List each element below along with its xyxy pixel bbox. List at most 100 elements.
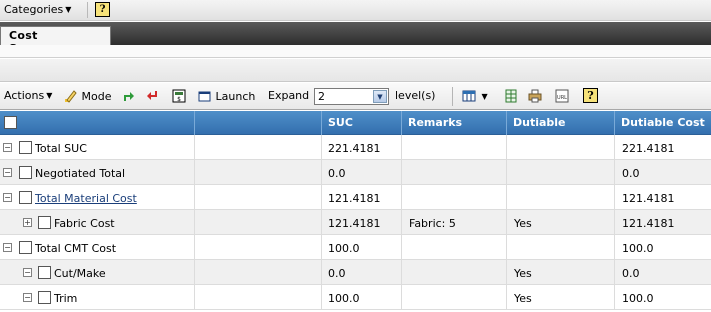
actions-menu[interactable]: Actions ▼ — [4, 89, 52, 102]
chevron-down-icon: ▼ — [481, 92, 488, 101]
pencil-icon — [65, 90, 77, 103]
remarks-value: Fabric: 5 — [409, 217, 456, 230]
calculator-icon: $ — [172, 89, 186, 103]
expand-levels-select[interactable]: 2 ▼ — [314, 88, 389, 105]
dutiable-cell: Yes — [506, 285, 614, 310]
suc-value: 121.4181 — [328, 217, 381, 230]
dutiable-cost-value: 221.4181 — [622, 142, 675, 155]
dutiable-cost-value: 100.0 — [622, 242, 654, 255]
view-menu[interactable]: ▼ — [462, 89, 488, 103]
arrow-down-left-icon — [147, 91, 157, 100]
dutiable-cell — [506, 135, 614, 160]
column-header-dutiable[interactable]: Dutiable — [506, 111, 614, 135]
dutiable-cost-cell: 121.4181 — [614, 210, 711, 235]
levels-label: level(s) — [395, 89, 436, 102]
red-arrow-button[interactable] — [146, 89, 160, 103]
spacer-cell — [194, 235, 321, 260]
dutiable-cost-value: 121.4181 — [622, 192, 675, 205]
collapse-icon[interactable]: − — [3, 243, 12, 252]
launch-button[interactable]: Launch — [198, 89, 255, 103]
arrow-up-right-icon — [124, 92, 134, 101]
categories-label: Categories — [4, 3, 64, 16]
divider — [87, 2, 88, 18]
table-row: − Negotiated Total 0.0 0.0 — [0, 160, 711, 185]
select-all-checkbox[interactable] — [4, 116, 17, 129]
table-icon — [462, 90, 476, 102]
chevron-down-icon: ▼ — [65, 5, 72, 14]
spacer-cell — [194, 185, 321, 210]
categories-menu[interactable]: Categories ▼ — [4, 3, 71, 16]
table-header: SUC Remarks Dutiable Dutiable Cost — [0, 111, 711, 135]
row-checkbox[interactable] — [38, 216, 51, 229]
expand-icon[interactable]: + — [23, 218, 32, 227]
suc-value: 100.0 — [328, 292, 360, 305]
remarks-cell — [401, 185, 506, 210]
calculator-button[interactable]: $ — [172, 89, 186, 103]
row-checkbox[interactable] — [38, 266, 51, 279]
collapse-icon[interactable]: − — [23, 268, 32, 277]
table-row: − Total SUC 221.4181 221.4181 — [0, 135, 711, 160]
row-name: Total SUC — [35, 142, 87, 155]
suc-cell: 0.0 — [321, 160, 401, 185]
remarks-cell — [401, 160, 506, 185]
window-icon — [198, 91, 211, 102]
row-name-link[interactable]: Total Material Cost — [35, 192, 137, 205]
url-icon: URL — [555, 89, 569, 103]
row-checkbox[interactable] — [19, 241, 32, 254]
dutiable-cost-value: 100.0 — [622, 292, 654, 305]
collapse-icon[interactable]: − — [23, 293, 32, 302]
svg-text:URL: URL — [557, 95, 567, 101]
remarks-cell — [401, 260, 506, 285]
chevron-down-icon[interactable]: ▼ — [373, 90, 387, 103]
launch-label: Launch — [215, 90, 256, 103]
column-header-dutiable-cost[interactable]: Dutiable Cost — [614, 111, 711, 135]
url-button[interactable]: URL — [555, 89, 569, 103]
suc-value: 0.0 — [328, 167, 346, 180]
mode-label: Mode — [81, 90, 112, 103]
dutiable-value: Yes — [514, 217, 532, 230]
row-checkbox[interactable] — [19, 141, 32, 154]
dutiable-cell: Yes — [506, 210, 614, 235]
table-row: − Cut/Make 0.0 Yes 0.0 — [0, 260, 711, 285]
remarks-cell — [401, 285, 506, 310]
dutiable-cost-value: 0.0 — [622, 267, 640, 280]
column-header-remarks[interactable]: Remarks — [401, 111, 506, 135]
header-spacer — [194, 111, 321, 135]
dutiable-value: Yes — [514, 267, 532, 280]
dutiable-cost-cell: 0.0 — [614, 160, 711, 185]
content-spacer — [0, 45, 711, 58]
spacer-cell — [194, 135, 321, 160]
row-checkbox[interactable] — [38, 291, 51, 304]
suc-cell: 100.0 — [321, 285, 401, 310]
dutiable-cost-value: 121.4181 — [622, 217, 675, 230]
collapse-icon[interactable]: − — [3, 193, 12, 202]
row-checkbox[interactable] — [19, 191, 32, 204]
column-header-suc[interactable]: SUC — [321, 111, 401, 135]
remarks-cell — [401, 235, 506, 260]
mode-button[interactable]: Mode — [64, 89, 111, 103]
suc-cell: 121.4181 — [321, 210, 401, 235]
green-arrow-button[interactable] — [121, 89, 135, 103]
suc-cell: 0.0 — [321, 260, 401, 285]
expand-label: Expand — [268, 89, 310, 102]
row-checkbox[interactable] — [19, 166, 32, 179]
suc-cell: 121.4181 — [321, 185, 401, 210]
tab-cost-summary[interactable]: Cost Summary — [0, 26, 111, 55]
remarks-cell — [401, 135, 506, 160]
toolbar: Actions ▼ Mode $ Launch Expand 2 ▼ level… — [0, 83, 711, 110]
collapse-icon[interactable]: − — [3, 143, 12, 152]
dutiable-cost-cell: 100.0 — [614, 235, 711, 260]
printer-icon — [528, 89, 542, 103]
svg-text:$: $ — [177, 96, 181, 103]
row-name: Fabric Cost — [54, 217, 115, 230]
help-icon[interactable]: ? — [95, 2, 110, 17]
suc-cell: 100.0 — [321, 235, 401, 260]
suc-value: 0.0 — [328, 267, 346, 280]
print-button[interactable] — [528, 89, 542, 103]
sub-header-band — [0, 59, 711, 82]
dutiable-cost-cell: 100.0 — [614, 285, 711, 310]
help-icon[interactable]: ? — [583, 88, 598, 103]
actions-label: Actions — [4, 89, 45, 102]
collapse-icon[interactable]: − — [3, 168, 12, 177]
export-button[interactable] — [504, 89, 518, 103]
